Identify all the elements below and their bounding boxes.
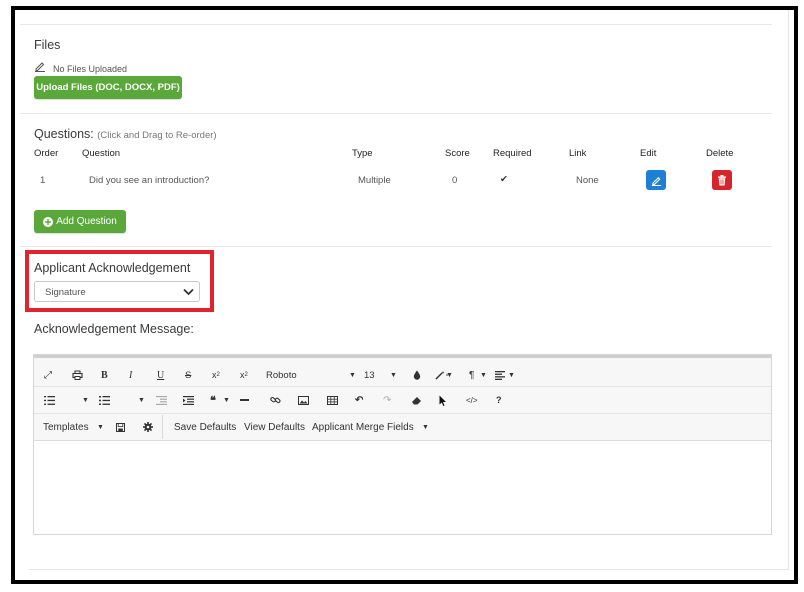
paragraph-dropdown-caret-icon[interactable]: ▼ (480, 368, 487, 382)
font-dropdown-caret-icon[interactable]: ▼ (349, 368, 356, 382)
toolbar-divider (34, 386, 771, 387)
row-order: 1 (40, 175, 46, 186)
divider (20, 24, 772, 25)
merge-fields-dropdown[interactable]: Applicant Merge Fields (312, 420, 414, 434)
paragraph-icon[interactable]: ¶ (469, 368, 474, 382)
undo-icon[interactable]: ↶ (355, 393, 363, 407)
files-title: Files (34, 38, 61, 52)
gear-icon[interactable] (143, 420, 153, 434)
table-icon[interactable] (327, 393, 338, 407)
divider (20, 246, 772, 247)
add-question-button[interactable]: Add Question (34, 210, 126, 233)
divider (20, 113, 772, 114)
view-defaults-button[interactable]: View Defaults (244, 420, 305, 434)
delete-button[interactable] (712, 170, 732, 190)
edit-button[interactable] (646, 170, 666, 190)
required-check-icon: ✔ (500, 174, 508, 185)
outdent-icon[interactable] (156, 393, 167, 407)
chevron-down-icon (183, 288, 194, 296)
col-link: Link (569, 148, 587, 159)
trash-icon (718, 174, 726, 185)
row-type: Multiple (358, 175, 391, 186)
strikethrough-icon[interactable]: S (185, 368, 191, 382)
horizontal-rule-icon[interactable] (240, 393, 249, 407)
acknowledgement-message-label: Acknowledgement Message: (34, 322, 194, 336)
rich-text-editor: ⤢ B I U S x2 x2 Roboto ▼ 13 ▼ ▼ ¶ ▼ ▼ ▼ (33, 354, 772, 535)
code-view-icon[interactable]: </> (466, 393, 478, 407)
acknowledgement-select[interactable]: Signature (34, 281, 200, 302)
row-question: Did you see an introduction? (89, 175, 210, 186)
col-edit: Edit (640, 148, 657, 159)
bold-icon[interactable]: B (101, 368, 108, 382)
ordered-list-icon[interactable] (44, 393, 55, 407)
col-required: Required (493, 148, 532, 159)
templates-caret-icon[interactable]: ▼ (97, 420, 104, 434)
indent-icon[interactable] (183, 393, 194, 407)
toolbar-divider (34, 413, 771, 414)
quote-icon[interactable]: ❝ (210, 393, 216, 407)
redo-icon[interactable]: ↷ (383, 393, 391, 407)
pencil-icon (34, 60, 46, 75)
link-icon[interactable] (270, 393, 281, 407)
align-dropdown-caret-icon[interactable]: ▼ (508, 368, 515, 382)
editor-toolbar: ⤢ B I U S x2 x2 Roboto ▼ 13 ▼ ▼ ¶ ▼ ▼ ▼ (34, 355, 771, 441)
upload-files-button[interactable]: Upload Files (DOC, DOCX, PDF) (34, 76, 182, 99)
superscript-icon[interactable]: x2 (240, 368, 248, 382)
font-size-select[interactable]: 13 (364, 368, 375, 382)
eraser-icon[interactable] (411, 393, 422, 407)
row-link: None (576, 175, 599, 186)
no-files-text: No Files Uploaded (53, 64, 128, 74)
selected-value: Signature (45, 287, 86, 298)
select-cursor-icon[interactable] (439, 393, 447, 407)
save-icon[interactable] (116, 420, 125, 434)
questions-title: Questions: (Click and Drag to Re-order) (34, 127, 217, 141)
subscript-icon[interactable]: x2 (212, 368, 220, 382)
editor-content-area[interactable] (34, 437, 771, 534)
style-dropdown-caret-icon[interactable]: ▼ (446, 368, 453, 382)
col-question: Question (82, 148, 121, 159)
pencil-icon (651, 176, 661, 186)
plus-circle-icon (43, 216, 54, 227)
unordered-list-icon[interactable] (99, 393, 110, 407)
color-drop-icon[interactable] (413, 368, 421, 382)
font-family-select[interactable]: Roboto (266, 368, 297, 382)
row-score: 0 (452, 175, 458, 186)
help-icon[interactable]: ? (496, 393, 502, 407)
col-score: Score (445, 148, 470, 159)
toolbar-separator (162, 415, 163, 439)
fullscreen-icon[interactable]: ⤢ (44, 368, 52, 382)
unordered-list-caret-icon[interactable]: ▼ (138, 393, 145, 407)
questions-title-label: Questions: (34, 127, 94, 141)
merge-fields-caret-icon[interactable]: ▼ (422, 420, 429, 434)
questions-hint: (Click and Drag to Re-order) (97, 130, 217, 141)
templates-dropdown[interactable]: Templates (43, 420, 89, 434)
print-icon[interactable] (72, 368, 83, 382)
ordered-list-caret-icon[interactable]: ▼ (82, 393, 89, 407)
col-order: Order (34, 148, 59, 159)
save-defaults-button[interactable]: Save Defaults (174, 420, 236, 434)
col-type: Type (352, 148, 373, 159)
acknowledgement-title: Applicant Acknowledgement (34, 261, 191, 275)
underline-icon[interactable]: U (157, 368, 164, 382)
italic-icon[interactable]: I (129, 368, 132, 382)
image-icon[interactable] (298, 393, 309, 407)
quote-caret-icon[interactable]: ▼ (223, 393, 230, 407)
align-icon[interactable] (495, 368, 505, 382)
size-dropdown-caret-icon[interactable]: ▼ (390, 368, 397, 382)
add-question-label: Add Question (56, 216, 117, 227)
col-delete: Delete (706, 148, 734, 159)
